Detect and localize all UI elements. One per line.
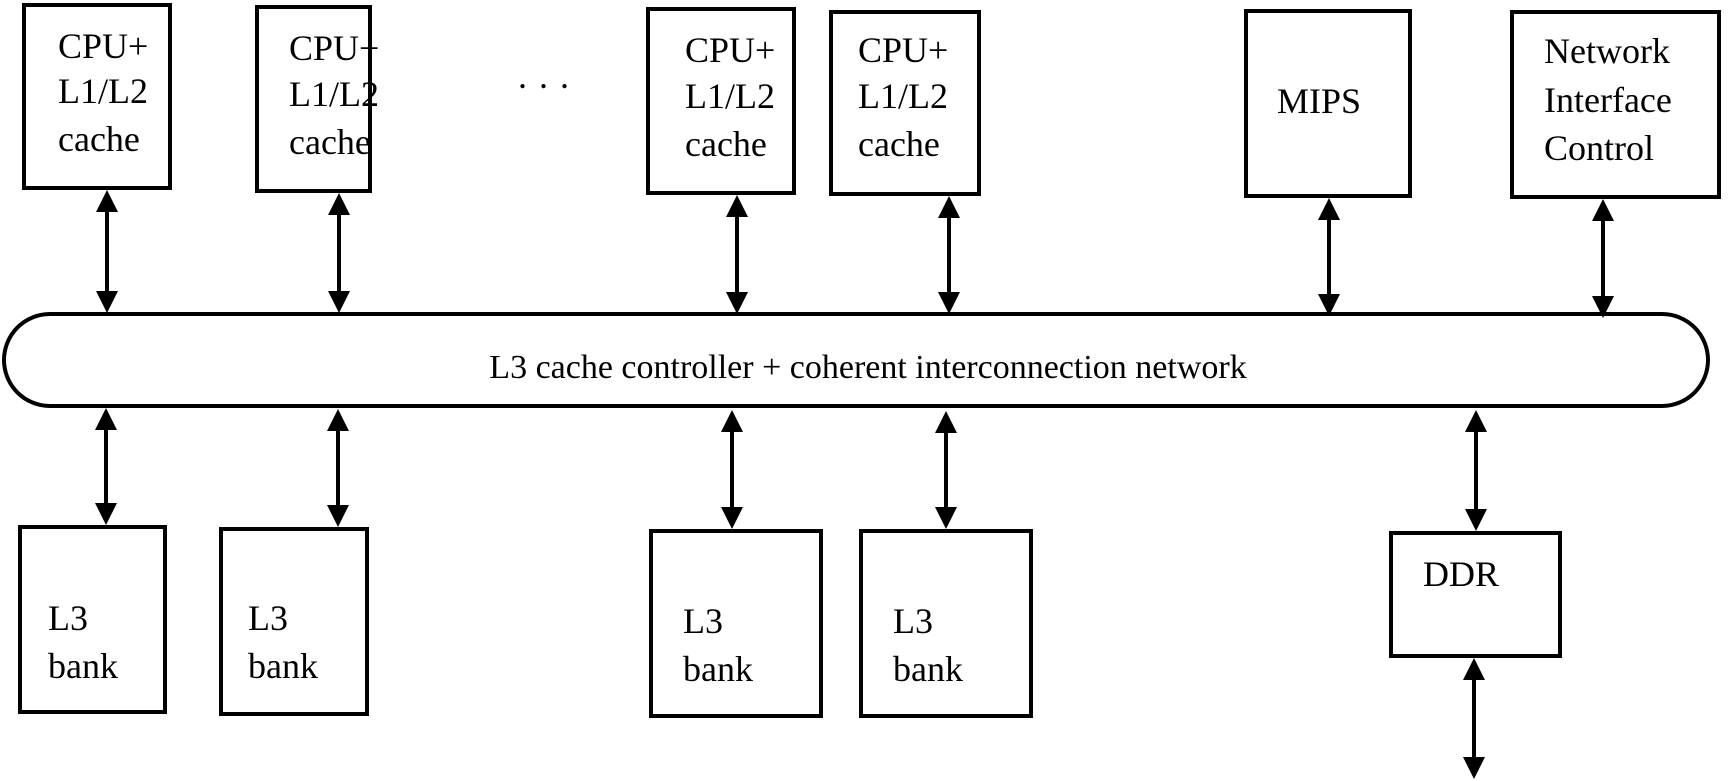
cpu-box-2-line-3: cache — [289, 122, 371, 162]
cpu-box-4-line-2: L1/L2 — [858, 76, 948, 116]
ddr-label: DDR — [1423, 554, 1499, 594]
arrow-nic-bus — [1592, 199, 1614, 318]
arrow-cpu4-bus — [938, 196, 960, 314]
arrow-bus-l3bank1 — [95, 408, 117, 525]
soc-architecture-diagram: CPU+ L1/L2 cache CPU+ L1/L2 cache ... CP… — [2, 3, 1721, 779]
arrowhead-up-icon — [1318, 198, 1340, 220]
arrow-bus-l3bank2 — [327, 409, 349, 527]
arrowhead-up-icon — [938, 196, 960, 218]
arrow-cpu2-bus — [328, 193, 350, 313]
arrow-cpu3-bus — [726, 195, 748, 314]
cpu-box-2: CPU+ L1/L2 cache — [255, 5, 379, 193]
arrow-bus-l3bank4 — [935, 411, 957, 529]
arrowhead-down-icon — [95, 503, 117, 525]
cpu-box-3: CPU+ L1/L2 cache — [646, 7, 796, 195]
arrowhead-down-icon — [938, 292, 960, 314]
l3-bank-box-1: L3 bank — [18, 525, 167, 714]
arrowhead-up-icon — [96, 190, 118, 212]
mips-label: MIPS — [1277, 81, 1361, 121]
l3-bank-1-line-1: L3 — [48, 598, 88, 638]
network-interface-control-box: Network Interface Control — [1510, 10, 1721, 199]
mips-box: MIPS — [1244, 9, 1412, 198]
arrowhead-down-icon — [1465, 509, 1487, 531]
nic-line-1: Network — [1544, 31, 1670, 71]
cpu-box-1-line-3: cache — [58, 119, 140, 159]
cpu-box-3-line-1: CPU+ — [685, 30, 775, 70]
arrowhead-down-icon — [327, 505, 349, 527]
arrowhead-up-icon — [721, 410, 743, 432]
cpu-box-4-line-3: cache — [858, 124, 940, 164]
cpu-box-2-line-1: CPU+ — [289, 28, 379, 68]
cpu-box-3-line-2: L1/L2 — [685, 76, 775, 116]
arrow-ddr-external — [1463, 658, 1485, 779]
cpu-box-4: CPU+ L1/L2 cache — [829, 10, 981, 196]
cpu-box-3-line-3: cache — [685, 124, 767, 164]
nic-line-2: Interface — [1544, 80, 1672, 120]
l3-bank-box-4: L3 bank — [859, 529, 1033, 718]
cpu-box-2-line-2: L1/L2 — [289, 74, 379, 114]
arrowhead-up-icon — [1465, 410, 1487, 432]
arrow-cpu1-bus — [96, 190, 118, 313]
l3-bank-2-line-1: L3 — [248, 598, 288, 638]
l3-bank-4-line-2: bank — [893, 649, 963, 689]
arrowhead-up-icon — [726, 195, 748, 217]
cpu-box-1-line-1: CPU+ — [58, 26, 148, 66]
interconnect-bus: L3 cache controller + coherent interconn… — [2, 312, 1710, 408]
nic-line-3: Control — [1544, 128, 1654, 168]
arrowhead-up-icon — [1592, 199, 1614, 221]
l3-bank-box-2: L3 bank — [219, 527, 369, 716]
l3-bank-box-3: L3 bank — [649, 529, 823, 718]
cpu-box-1: CPU+ L1/L2 cache — [22, 3, 172, 190]
cpu-box-4-line-1: CPU+ — [858, 30, 948, 70]
arrowhead-up-icon — [935, 411, 957, 433]
arrowhead-down-icon — [721, 507, 743, 529]
ellipsis: ... — [518, 56, 581, 96]
arrow-bus-ddr — [1465, 410, 1487, 531]
l3-bank-2-line-2: bank — [248, 646, 318, 686]
arrowhead-down-icon — [1463, 757, 1485, 779]
arrowhead-down-icon — [96, 291, 118, 313]
arrowhead-up-icon — [327, 409, 349, 431]
arrow-bus-l3bank3 — [721, 410, 743, 529]
arrowhead-down-icon — [328, 291, 350, 313]
arrowhead-up-icon — [95, 408, 117, 430]
l3-bank-3-line-2: bank — [683, 649, 753, 689]
ddr-box: DDR — [1389, 531, 1562, 658]
arrowhead-down-icon — [935, 507, 957, 529]
bus-label: L3 cache controller + coherent interconn… — [489, 349, 1246, 386]
arrow-mips-bus — [1318, 198, 1340, 316]
arrowhead-down-icon — [726, 292, 748, 314]
l3-bank-3-line-1: L3 — [683, 601, 723, 641]
arrowhead-up-icon — [1463, 658, 1485, 680]
arrowhead-up-icon — [328, 193, 350, 215]
cpu-box-1-line-2: L1/L2 — [58, 71, 148, 111]
l3-bank-1-line-2: bank — [48, 646, 118, 686]
l3-bank-4-line-1: L3 — [893, 601, 933, 641]
